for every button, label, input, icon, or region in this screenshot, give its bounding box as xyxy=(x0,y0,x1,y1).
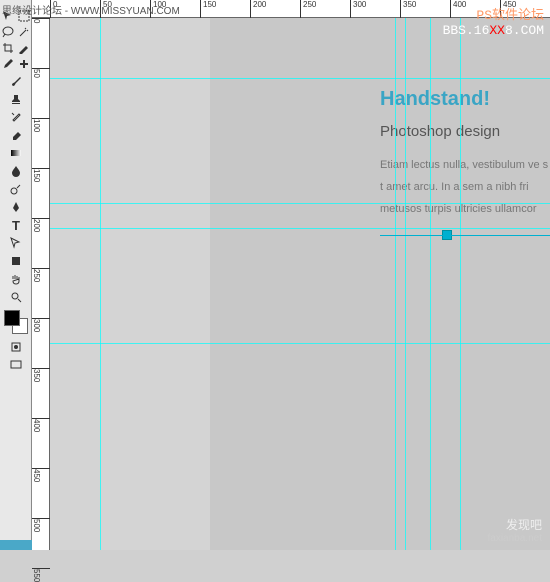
watermark-bottom-right: 发现吧 faxianba.net xyxy=(488,516,543,544)
history-brush-tool[interactable] xyxy=(0,108,32,126)
fg-color[interactable] xyxy=(4,310,20,326)
wm-br-url: faxianba.net xyxy=(488,533,543,544)
canvas-area[interactable]: Handstand! Photoshop design Etiam lectus… xyxy=(50,18,550,550)
ruler-v-tick: 350 xyxy=(32,368,50,382)
color-swatch[interactable] xyxy=(4,310,28,334)
ruler-h-tick: 150 xyxy=(200,0,216,18)
screenmode-tool[interactable] xyxy=(0,356,32,374)
heal-tool[interactable] xyxy=(16,56,32,72)
anchor-line xyxy=(380,235,550,236)
guide-vertical[interactable] xyxy=(100,18,101,550)
crop-tool[interactable] xyxy=(0,40,16,56)
ruler-v-tick: 50 xyxy=(32,68,50,78)
vertical-ruler[interactable]: 050100150200250300350400450500550 xyxy=(32,18,50,550)
slice-tool[interactable] xyxy=(16,40,32,56)
guide-horizontal[interactable] xyxy=(50,228,550,229)
guide-vertical[interactable] xyxy=(430,18,431,550)
ruler-v-tick: 250 xyxy=(32,268,50,282)
wm-br-label: 发现吧 xyxy=(488,516,543,533)
eraser-tool[interactable] xyxy=(0,126,32,144)
stamp-tool[interactable] xyxy=(0,90,32,108)
ruler-h-tick: 200 xyxy=(250,0,266,18)
guide-horizontal[interactable] xyxy=(50,203,550,204)
ruler-v-tick: 400 xyxy=(32,418,50,432)
watermark-top-right: PS软件论坛 BBS.16XX8.COM xyxy=(443,4,544,38)
guide-vertical[interactable] xyxy=(395,18,396,550)
lasso-tool[interactable] xyxy=(0,24,16,40)
zoom-tool[interactable] xyxy=(0,288,32,306)
ruler-v-tick: 500 xyxy=(32,518,50,532)
shape-tool[interactable] xyxy=(0,252,32,270)
bottom-swatch xyxy=(0,540,32,550)
gradient-tool[interactable] xyxy=(0,144,32,162)
wm-line1: PS软件论坛 xyxy=(443,4,544,23)
ruler-h-tick: 300 xyxy=(350,0,366,18)
guide-vertical[interactable] xyxy=(405,18,406,550)
guide-vertical[interactable] xyxy=(460,18,461,550)
ruler-v-tick: 0 xyxy=(32,18,50,23)
ruler-v-tick: 550 xyxy=(32,568,50,582)
ruler-v-tick: 450 xyxy=(32,468,50,482)
wm-line2: BBS.16XX8.COM xyxy=(443,23,544,38)
guide-horizontal[interactable] xyxy=(50,78,550,79)
quickmask-tool[interactable] xyxy=(0,338,32,356)
brush-tool[interactable] xyxy=(0,72,32,90)
eyedropper-tool[interactable] xyxy=(0,56,16,72)
hand-tool[interactable] xyxy=(0,270,32,288)
dodge-tool[interactable] xyxy=(0,180,32,198)
tools-panel: T xyxy=(0,0,32,550)
pen-tool[interactable] xyxy=(0,198,32,216)
wand-tool[interactable] xyxy=(16,24,32,40)
ruler-h-tick: 350 xyxy=(400,0,416,18)
ruler-v-tick: 150 xyxy=(32,168,50,182)
ruler-v-tick: 100 xyxy=(32,118,50,132)
watermark-top-left: 思缘设计论坛 - WWW.MISSYUAN.COM xyxy=(2,2,180,17)
ruler-h-tick: 250 xyxy=(300,0,316,18)
blur-tool[interactable] xyxy=(0,162,32,180)
type-tool[interactable]: T xyxy=(0,216,32,234)
guide-horizontal[interactable] xyxy=(50,343,550,344)
ruler-v-tick: 300 xyxy=(32,318,50,332)
ruler-v-tick: 200 xyxy=(32,218,50,232)
path-tool[interactable] xyxy=(0,234,32,252)
